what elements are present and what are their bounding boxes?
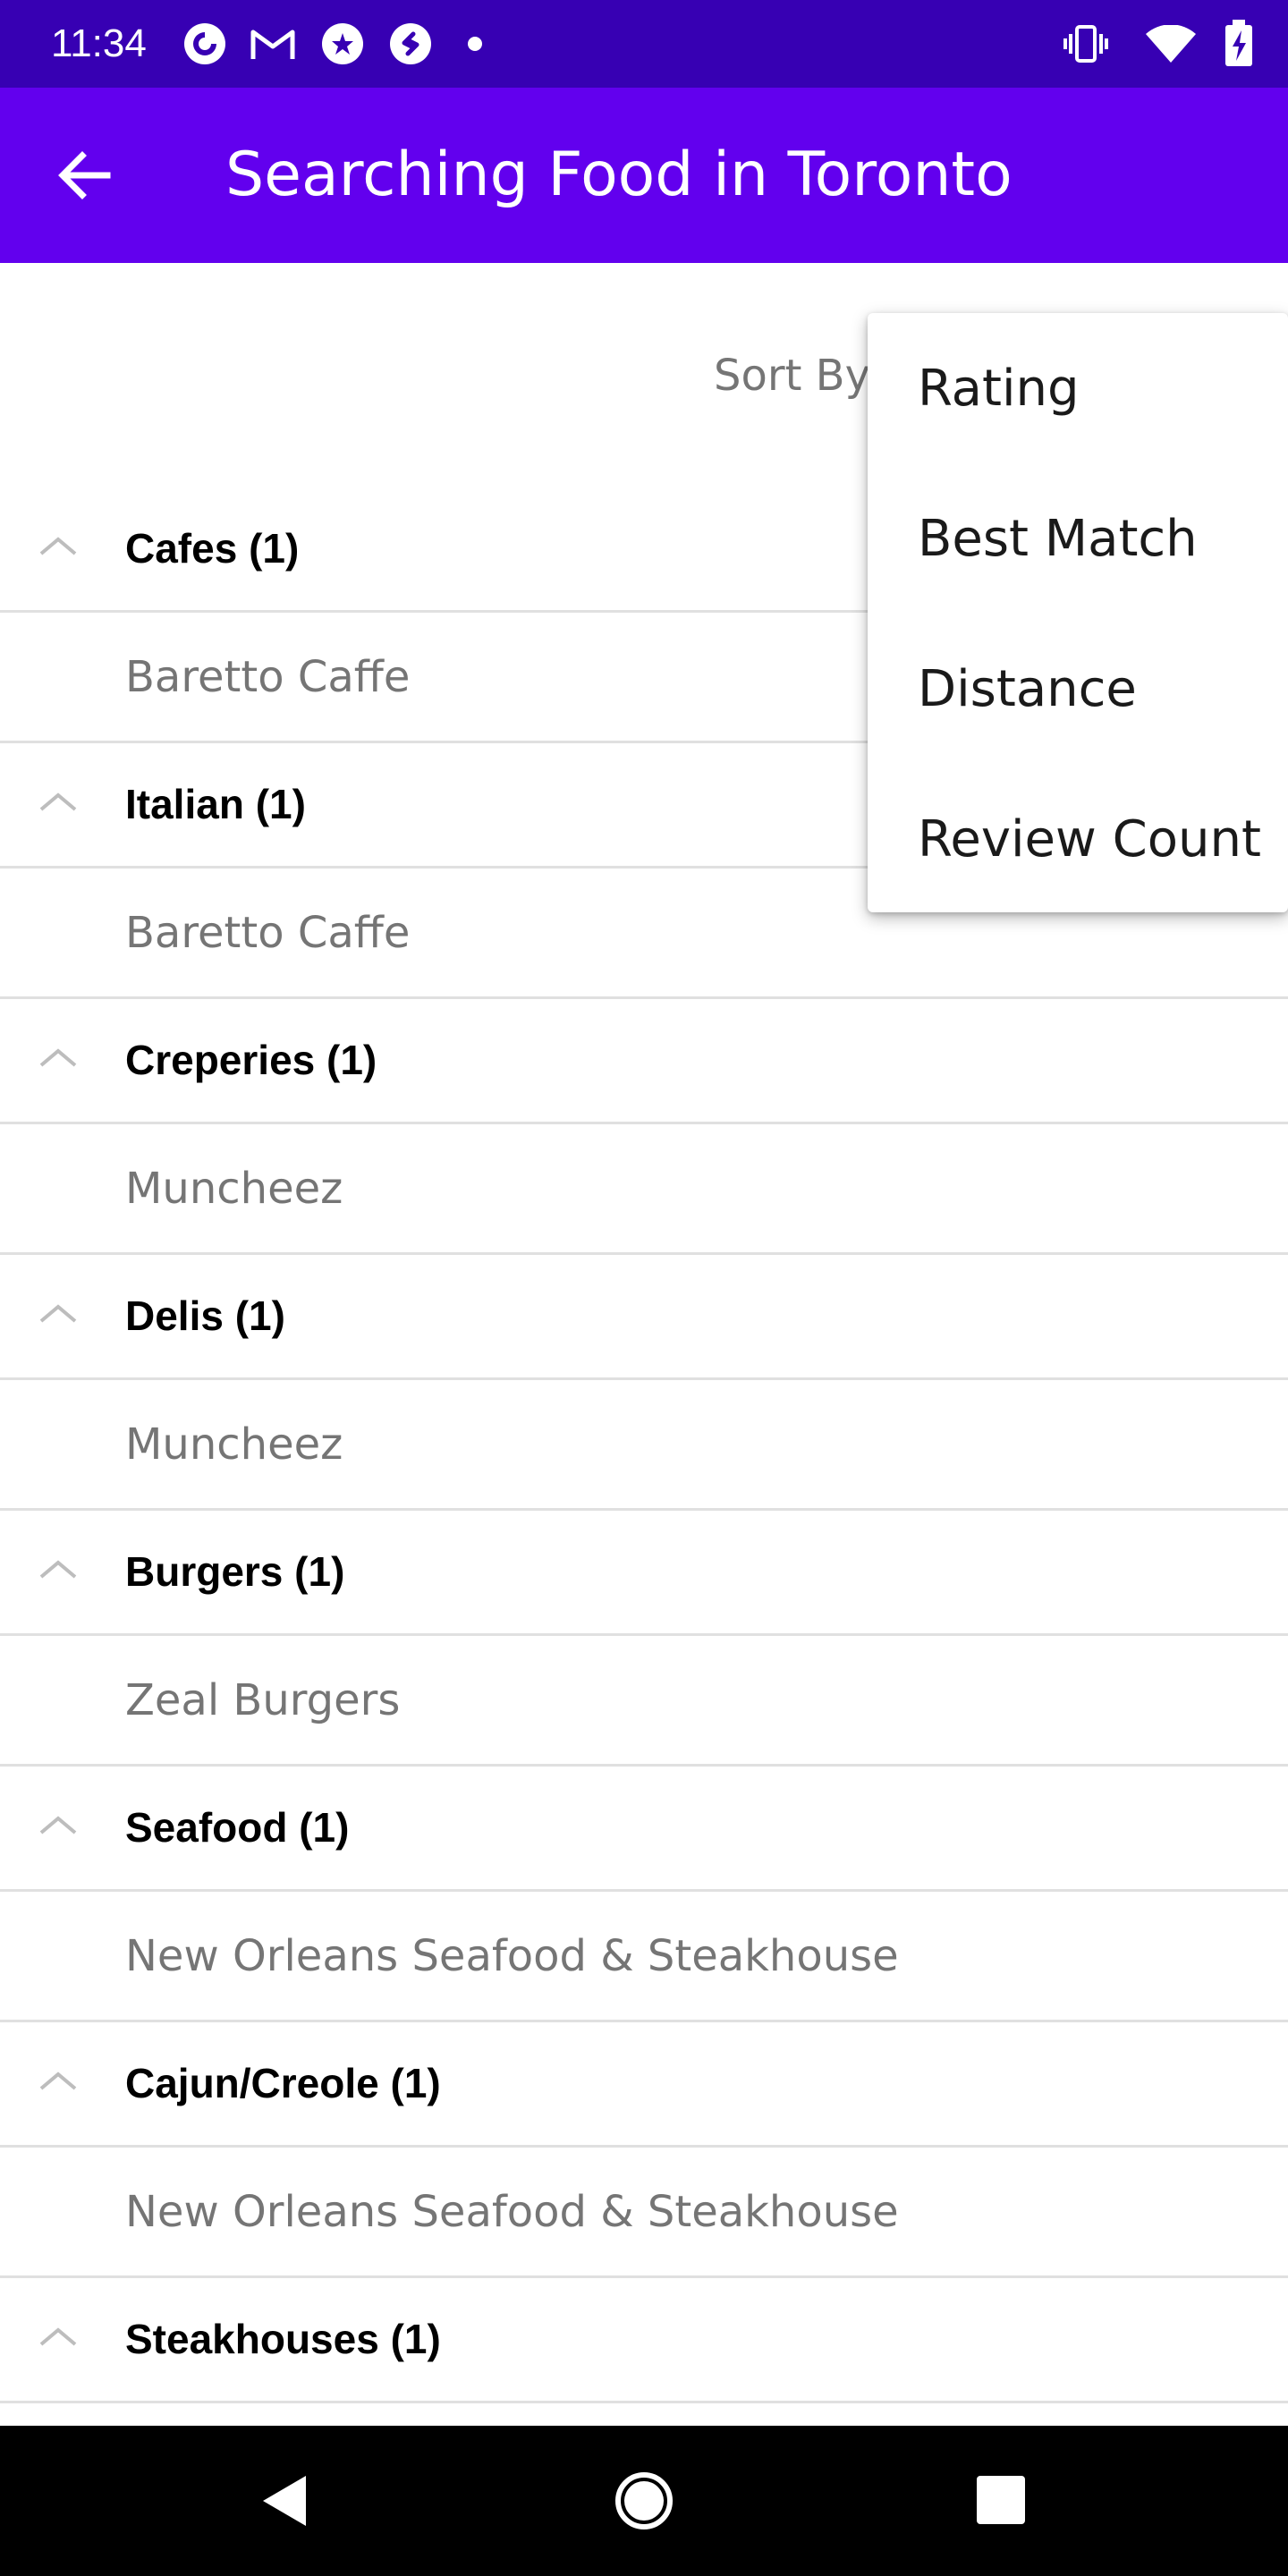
restaurant-name: Zeal Burgers	[125, 1675, 401, 1725]
back-triangle-icon[interactable]	[250, 2465, 322, 2537]
group-header-burgers[interactable]: Burgers (1)	[0, 1511, 1288, 1636]
gmail-icon	[250, 30, 295, 59]
menu-item-review-count[interactable]: Review Count	[868, 764, 1288, 914]
chevron-up-icon	[39, 1560, 77, 1579]
menu-item-label: Distance	[918, 660, 1137, 718]
group-title: Cafes (1)	[125, 525, 300, 572]
star-notification-icon	[322, 23, 363, 64]
group-header-steakhouses[interactable]: Steakhouses (1)	[0, 2278, 1288, 2403]
menu-item-distance[interactable]: Distance	[868, 614, 1288, 764]
vibrate-icon	[1063, 25, 1108, 63]
menu-item-rating[interactable]: Rating	[868, 313, 1288, 463]
chevron-up-icon	[39, 1304, 77, 1323]
group-header-delis[interactable]: Delis (1)	[0, 1255, 1288, 1380]
restaurant-name: Muncheez	[125, 1419, 343, 1470]
menu-item-best-match[interactable]: Best Match	[868, 463, 1288, 614]
group-title: Delis (1)	[125, 1292, 285, 1339]
restaurant-name: New Orleans Seafood & Steakhouse	[125, 2187, 899, 2237]
menu-item-label: Best Match	[918, 510, 1198, 568]
restaurant-name: Baretto Caffe	[125, 652, 411, 702]
restaurant-name: New Orleans Seafood & Steakhouse	[125, 1931, 899, 1981]
menu-item-label: Review Count	[918, 810, 1261, 869]
chevron-up-icon	[39, 537, 77, 555]
arrow-back-icon	[58, 151, 111, 199]
restaurant-name: Baretto Caffe	[125, 908, 411, 958]
chevron-up-icon	[39, 1048, 77, 1067]
list-item[interactable]: New Orleans Seafood & Steakhouse	[0, 2148, 1288, 2278]
list-item[interactable]: Muncheez	[0, 1380, 1288, 1511]
app-bar: Searching Food in Toronto	[0, 88, 1288, 263]
home-circle-icon[interactable]	[608, 2465, 680, 2537]
status-time: 11:34	[51, 21, 147, 65]
page-title: Searching Food in Toronto	[225, 140, 1013, 210]
status-bar: 11:34	[0, 0, 1288, 88]
group-title: Steakhouses (1)	[125, 2316, 441, 2362]
list-item[interactable]: New Orleans Seafood & Steakhouse	[0, 1892, 1288, 2022]
battery-charging-icon	[1225, 20, 1252, 66]
wifi-icon	[1146, 25, 1196, 63]
dot-icon	[468, 37, 482, 51]
group-header-creperies[interactable]: Creperies (1)	[0, 999, 1288, 1124]
group-title: Italian (1)	[125, 781, 306, 827]
chevron-up-icon	[39, 2072, 77, 2090]
list-item[interactable]: Zeal Burgers	[0, 1636, 1288, 1767]
group-title: Seafood (1)	[125, 1804, 350, 1851]
system-nav-bar	[0, 2426, 1288, 2576]
list-item[interactable]: Muncheez	[0, 1124, 1288, 1255]
recents-square-icon[interactable]	[966, 2465, 1038, 2537]
pocket-casts-icon	[184, 23, 225, 64]
sort-dropdown-menu: Rating Best Match Distance Review Count	[868, 313, 1288, 912]
shazam-icon	[390, 23, 431, 64]
restaurant-name: Muncheez	[125, 1164, 343, 1214]
group-title: Cajun/Creole (1)	[125, 2060, 441, 2106]
chevron-up-icon	[39, 1816, 77, 1835]
chevron-up-icon	[39, 2327, 77, 2346]
sort-by-label[interactable]: Sort By:	[714, 349, 882, 402]
menu-item-label: Rating	[918, 360, 1080, 418]
group-header-seafood[interactable]: Seafood (1)	[0, 1767, 1288, 1892]
system-status-icons	[1055, 20, 1288, 68]
group-title: Creperies (1)	[125, 1037, 377, 1083]
group-title: Burgers (1)	[125, 1548, 345, 1595]
group-header-cajun-creole[interactable]: Cajun/Creole (1)	[0, 2022, 1288, 2148]
chevron-up-icon	[39, 792, 77, 811]
back-button[interactable]	[39, 134, 129, 216]
